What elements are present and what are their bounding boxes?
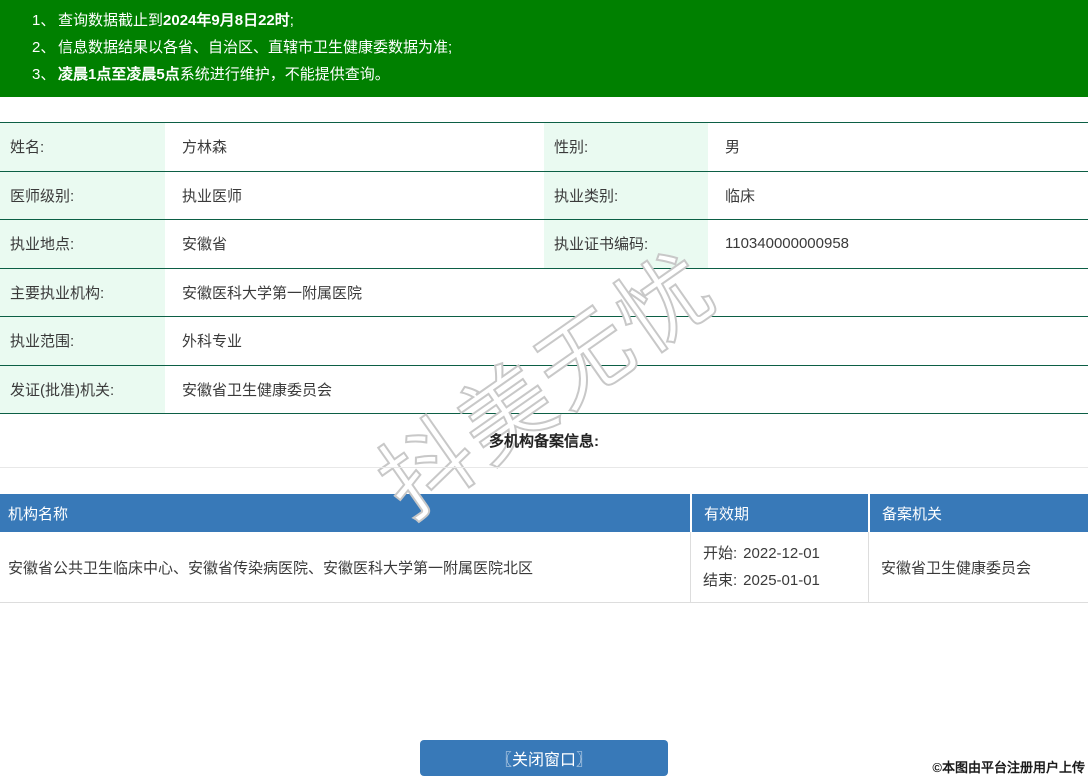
field-value-gender: 男: [710, 123, 1088, 171]
field-value-doctor-level: 执业医师: [167, 172, 544, 220]
close-window-button[interactable]: 〖关闭窗口〗: [420, 740, 668, 776]
field-value-practice-scope: 外科专业: [167, 317, 1088, 365]
column-header-record-authority: 备案机关: [868, 494, 1088, 532]
field-label-practice-location: 执业地点:: [0, 220, 167, 268]
record-table: 机构名称 有效期 备案机关 安徽省公共卫生临床中心、安徽省传染病医院、安徽医科大…: [0, 494, 1088, 603]
table-row: 执业范围: 外科专业: [0, 317, 1088, 366]
notice-banner: 1、 查询数据截止到2024年9月8日22时; 2、 信息数据结果以各省、自治区…: [0, 0, 1088, 97]
validity-start-label: 开始:: [703, 545, 737, 562]
table-row: 医师级别: 执业医师 执业类别: 临床: [0, 172, 1088, 221]
field-label-main-institution: 主要执业机构:: [0, 269, 167, 317]
cell-org-name: 安徽省公共卫生临床中心、安徽省传染病医院、安徽医科大学第一附属医院北区: [0, 532, 690, 602]
notice-number: 3、: [32, 61, 58, 88]
validity-end-label: 结束:: [703, 572, 737, 589]
cell-validity: 开始: 2022-12-01 结束: 2025-01-01: [690, 532, 868, 602]
notice-number: 1、: [32, 7, 58, 34]
notice-line-3: 3、 凌晨1点至凌晨5点系统进行维护，不能提供查询。: [0, 61, 1088, 88]
notice-text-before: 信息数据结果以各省、自治区、直辖市卫生健康委数据为准;: [58, 39, 452, 56]
notice-text-before: 查询数据截止到: [58, 12, 163, 29]
notice-text: 查询数据截止到2024年9月8日22时;: [58, 7, 294, 34]
validity-start-date: 2022-12-01: [743, 545, 820, 562]
notice-text-after: 系统进行维护，不能提供查询。: [180, 66, 390, 83]
table-row: 执业地点: 安徽省 执业证书编码: 110340000000958: [0, 220, 1088, 269]
field-value-certificate-no: 110340000000958: [710, 220, 1088, 268]
notice-text-bold: 2024年9月8日22时: [163, 12, 290, 29]
field-label-gender: 性别:: [544, 123, 710, 171]
validity-end: 结束: 2025-01-01: [703, 567, 820, 594]
field-label-doctor-level: 医师级别:: [0, 172, 167, 220]
field-value-name: 方林森: [167, 123, 544, 171]
field-label-practice-scope: 执业范围:: [0, 317, 167, 365]
notice-text: 凌晨1点至凌晨5点系统进行维护，不能提供查询。: [58, 61, 390, 88]
notice-text: 信息数据结果以各省、自治区、直辖市卫生健康委数据为准;: [58, 34, 452, 61]
field-label-name: 姓名:: [0, 123, 167, 171]
validity-start: 开始: 2022-12-01: [703, 540, 820, 567]
field-label-practice-category: 执业类别:: [544, 172, 710, 220]
table-row: 姓名: 方林森 性别: 男: [0, 123, 1088, 172]
field-label-certificate-no: 执业证书编码:: [544, 220, 710, 268]
table-row: 安徽省公共卫生临床中心、安徽省传染病医院、安徽医科大学第一附属医院北区 开始: 2…: [0, 532, 1088, 603]
practitioner-info-table: 姓名: 方林森 性别: 男 医师级别: 执业医师 执业类别: 临床 执业地点: …: [0, 122, 1088, 414]
column-header-org-name: 机构名称: [0, 494, 690, 532]
table-row: 主要执业机构: 安徽医科大学第一附属医院: [0, 269, 1088, 318]
table-row: 发证(批准)机关: 安徽省卫生健康委员会: [0, 366, 1088, 415]
field-value-main-institution: 安徽医科大学第一附属医院: [167, 269, 1088, 317]
notice-line-2: 2、 信息数据结果以各省、自治区、直辖市卫生健康委数据为准;: [0, 34, 1088, 61]
field-value-practice-location: 安徽省: [167, 220, 544, 268]
column-header-validity: 有效期: [690, 494, 868, 532]
field-value-practice-category: 临床: [710, 172, 1088, 220]
copyright-note: ©本图由平台注册用户上传: [932, 757, 1085, 776]
notice-line-1: 1、 查询数据截止到2024年9月8日22时;: [0, 7, 1088, 34]
record-table-header: 机构名称 有效期 备案机关: [0, 494, 1088, 532]
field-label-issuing-authority: 发证(批准)机关:: [0, 366, 167, 414]
notice-number: 2、: [32, 34, 58, 61]
spacer: [0, 468, 1088, 494]
notice-text-bold: 凌晨1点至凌晨5点: [58, 66, 180, 83]
cell-record-authority: 安徽省卫生健康委员会: [868, 532, 1088, 602]
field-value-issuing-authority: 安徽省卫生健康委员会: [167, 366, 1088, 414]
validity-end-date: 2025-01-01: [743, 572, 820, 589]
notice-text-after: ;: [290, 12, 294, 29]
section-heading-multi-institution: 多机构备案信息:: [0, 414, 1088, 468]
